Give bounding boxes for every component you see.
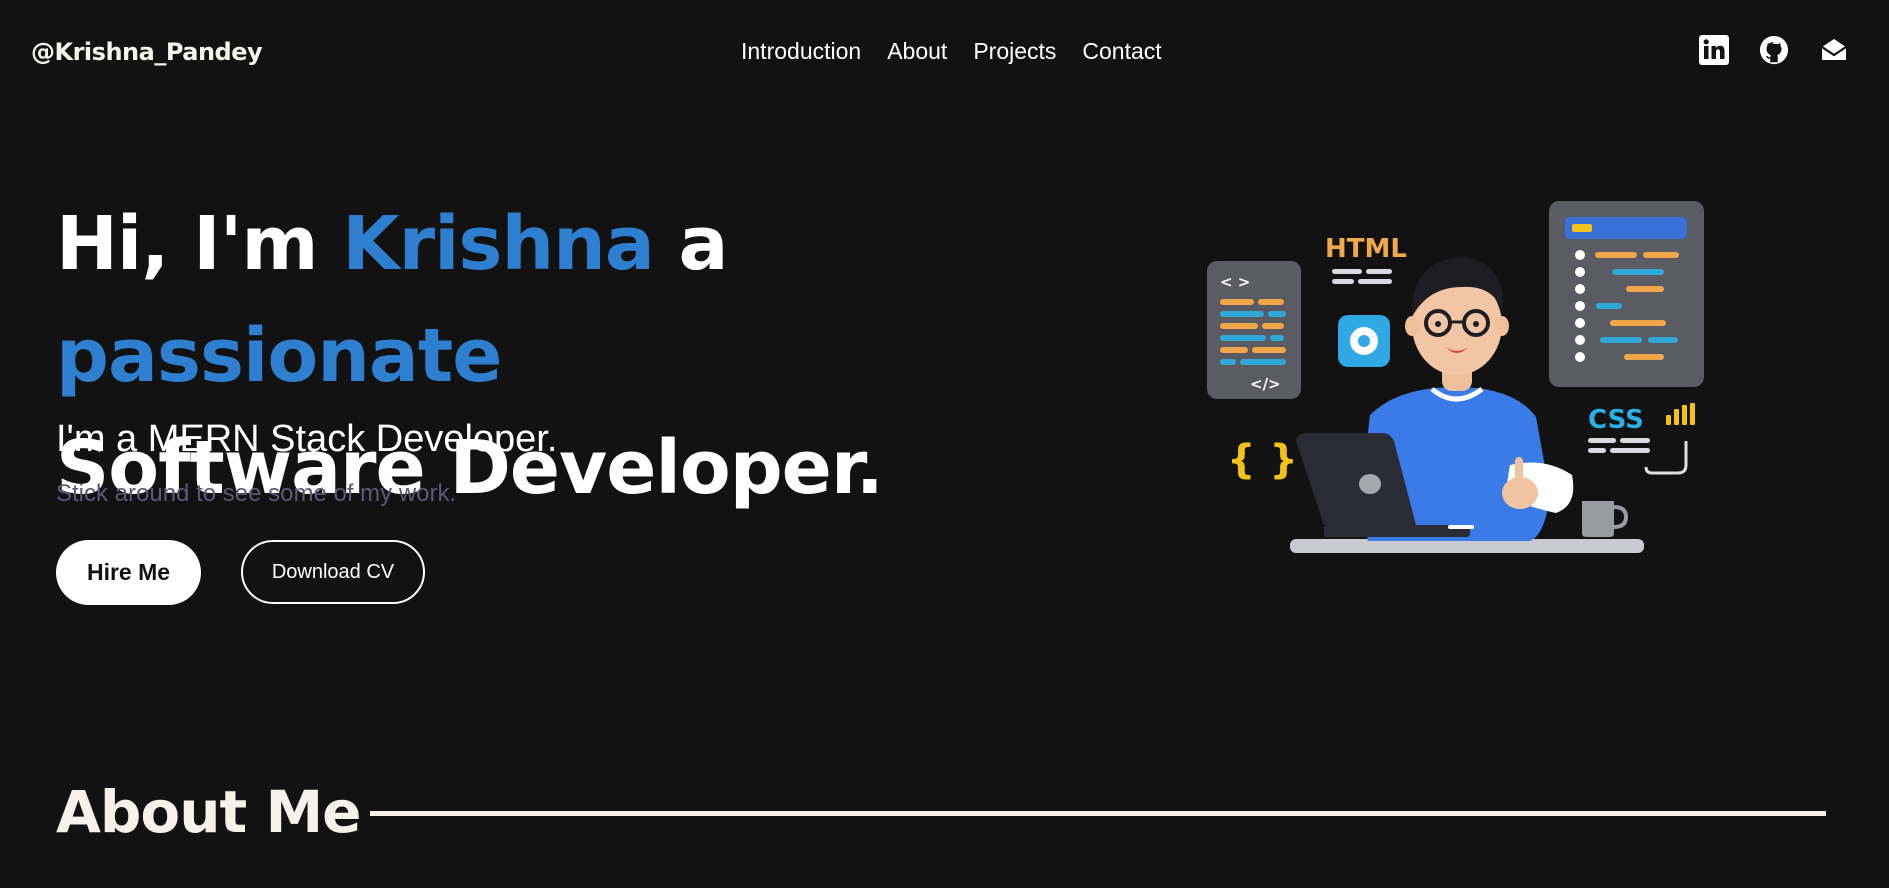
open-tag-label: < > (1220, 273, 1250, 291)
nav-link-contact[interactable]: Contact (1082, 38, 1161, 65)
code-card-right-icon (1549, 201, 1704, 387)
mail-icon[interactable] (1819, 34, 1849, 66)
main-nav: Introduction About Projects Contact (741, 38, 1162, 65)
hero-tagline: Stick around to see some of my work. (56, 480, 457, 507)
hero-title-name: Krishna (342, 201, 655, 287)
hero-title: Hi, I'm Krishna a passionate Software De… (56, 188, 1096, 524)
css-label: CSS (1588, 405, 1644, 435)
linkedin-icon[interactable] (1699, 34, 1729, 66)
social-links (1699, 34, 1849, 66)
github-icon[interactable] (1759, 34, 1789, 66)
gear-icon (1338, 315, 1390, 367)
nav-link-projects[interactable]: Projects (973, 38, 1056, 65)
hire-me-button[interactable]: Hire Me (56, 540, 201, 605)
about-title: About Me (56, 778, 362, 846)
hero-title-greeting: Hi, I'm (56, 201, 343, 287)
html-label: HTML (1325, 234, 1407, 264)
nav-link-about[interactable]: About (887, 38, 947, 65)
hero-title-accent: passionate (56, 313, 502, 399)
braces-label: { } (1227, 437, 1298, 483)
download-cv-button[interactable]: Download CV (241, 540, 425, 604)
developer-illustration: < > </> HTML { } CSS (1207, 201, 1704, 553)
hero-subtitle: I'm a MERN Stack Developer. (56, 418, 558, 460)
code-card-left-icon: < > </> (1207, 261, 1301, 399)
close-tag-label: </> (1250, 375, 1281, 393)
about-divider (370, 811, 1826, 816)
site-brand[interactable]: @Krishna_Pandey (31, 38, 263, 66)
nav-link-introduction[interactable]: Introduction (741, 38, 861, 65)
hero-title-connector: a (653, 201, 729, 287)
